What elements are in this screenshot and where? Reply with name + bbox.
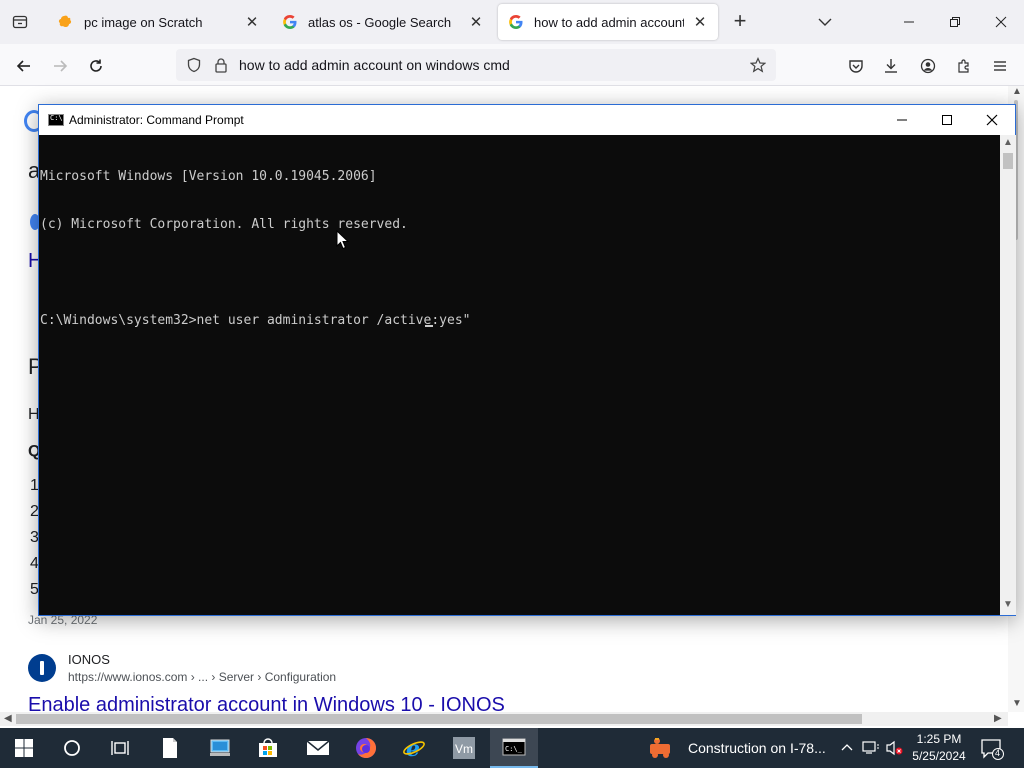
- command-prompt-window[interactable]: Administrator: Command Prompt Microsoft …: [38, 104, 1016, 616]
- clock[interactable]: 1:25 PM 5/25/2024: [905, 731, 973, 765]
- svg-text:C:\_: C:\_: [505, 745, 523, 753]
- start-button[interactable]: [0, 728, 48, 768]
- tab-bar: pc image on Scratch ✕ atlas os - Google …: [0, 0, 1024, 44]
- console-line: (c) Microsoft Corporation. All rights re…: [40, 217, 408, 232]
- chevron-up-icon[interactable]: [837, 738, 857, 758]
- taskbar: e Vm C:\_ Construction on I-78... 1:25 P…: [0, 728, 1024, 768]
- menu-icon[interactable]: [986, 52, 1014, 80]
- address-bar[interactable]: how to add admin account on windows cmd: [176, 49, 776, 81]
- scrollbar-thumb[interactable]: [16, 714, 862, 724]
- cmd-title-bar[interactable]: Administrator: Command Prompt: [39, 105, 1015, 135]
- close-tab-icon[interactable]: ✕: [692, 14, 708, 31]
- mouse-pointer-icon: [336, 229, 350, 250]
- extensions-icon[interactable]: [950, 52, 978, 80]
- mail-icon[interactable]: [294, 728, 342, 768]
- chevron-down-icon[interactable]: [815, 12, 835, 32]
- notepad-icon[interactable]: [146, 728, 194, 768]
- news-headline[interactable]: Construction on I-78...: [688, 740, 826, 756]
- volume-muted-icon[interactable]: [885, 738, 905, 758]
- tab-label: atlas os - Google Search: [308, 14, 452, 30]
- this-pc-icon[interactable]: [196, 728, 244, 768]
- url-text[interactable]: how to add admin account on windows cmd: [239, 57, 510, 73]
- ionos-logo-icon: [28, 654, 56, 682]
- microsoft-store-icon[interactable]: [244, 728, 292, 768]
- console-input-line[interactable]: C:\Windows\system32>net user administrat…: [40, 313, 999, 329]
- restore-window-button[interactable]: [940, 8, 970, 36]
- clock-time: 1:25 PM: [916, 732, 962, 746]
- lock-icon[interactable]: [213, 57, 229, 73]
- cmd-app-icon: [48, 114, 64, 126]
- scratch-icon: [58, 14, 74, 30]
- pocket-icon[interactable]: [842, 52, 870, 80]
- task-view-icon[interactable]: [96, 728, 144, 768]
- navigation-toolbar: how to add admin account on windows cmd: [0, 44, 1024, 86]
- vmware-icon[interactable]: Vm: [440, 728, 488, 768]
- tab-atlas-search[interactable]: atlas os - Google Search ✕: [272, 4, 494, 40]
- tab-scratch[interactable]: pc image on Scratch ✕: [48, 4, 270, 40]
- account-icon[interactable]: [914, 52, 942, 80]
- text-cursor: [425, 325, 433, 327]
- close-window-button[interactable]: [986, 8, 1016, 36]
- close-tab-icon[interactable]: ✕: [468, 14, 484, 31]
- svg-text:Vm: Vm: [455, 742, 473, 756]
- google-icon: [508, 14, 524, 30]
- tab-label: how to add admin account on: [534, 14, 684, 30]
- forward-button[interactable]: [46, 52, 74, 80]
- reload-button[interactable]: [82, 52, 110, 80]
- star-bookmark-icon[interactable]: [749, 57, 767, 73]
- notification-center-icon[interactable]: 4: [980, 738, 1004, 760]
- window-title: Administrator: Command Prompt: [69, 113, 244, 127]
- search-icon[interactable]: [48, 728, 96, 768]
- news-widget[interactable]: Construction on I-78...: [648, 728, 826, 768]
- minimize-window-button[interactable]: [894, 8, 924, 36]
- tab-label: pc image on Scratch: [84, 14, 203, 30]
- cmd-close-button[interactable]: [969, 105, 1015, 135]
- page-horizontal-scrollbar[interactable]: ◀ ▶: [0, 712, 1008, 726]
- shield-icon[interactable]: [186, 57, 202, 73]
- cmd-vertical-scrollbar[interactable]: ▲ ▼: [1000, 135, 1016, 615]
- new-tab-button[interactable]: +: [728, 10, 752, 34]
- cmd-maximize-button[interactable]: [924, 105, 970, 135]
- console-output[interactable]: Microsoft Windows [Version 10.0.19045.20…: [39, 135, 999, 615]
- scrollbar-thumb[interactable]: [1003, 153, 1013, 169]
- tab-admin-search[interactable]: how to add admin account on ✕: [498, 4, 718, 40]
- firefox-icon[interactable]: [342, 728, 390, 768]
- tab-list-icon[interactable]: [8, 10, 32, 34]
- result-cite[interactable]: https://www.ionos.com › ... › Server › C…: [68, 670, 336, 684]
- clock-date: 5/25/2024: [912, 749, 966, 763]
- close-tab-icon[interactable]: ✕: [244, 14, 260, 31]
- notification-count: 4: [995, 748, 1001, 758]
- cmd-minimize-button[interactable]: [879, 105, 925, 135]
- command-prompt-taskbar-icon[interactable]: C:\_: [490, 728, 538, 768]
- result-site-name[interactable]: IONOS: [68, 652, 110, 667]
- svg-text:e: e: [406, 736, 420, 760]
- construction-icon: [650, 738, 670, 758]
- console-line: Microsoft Windows [Version 10.0.19045.20…: [40, 169, 377, 184]
- console-command: C:\Windows\system32>net user administrat…: [40, 313, 471, 328]
- google-icon: [282, 14, 298, 30]
- network-icon[interactable]: [861, 738, 881, 758]
- download-icon[interactable]: [877, 52, 905, 80]
- internet-explorer-icon[interactable]: e: [390, 728, 438, 768]
- back-button[interactable]: [10, 52, 38, 80]
